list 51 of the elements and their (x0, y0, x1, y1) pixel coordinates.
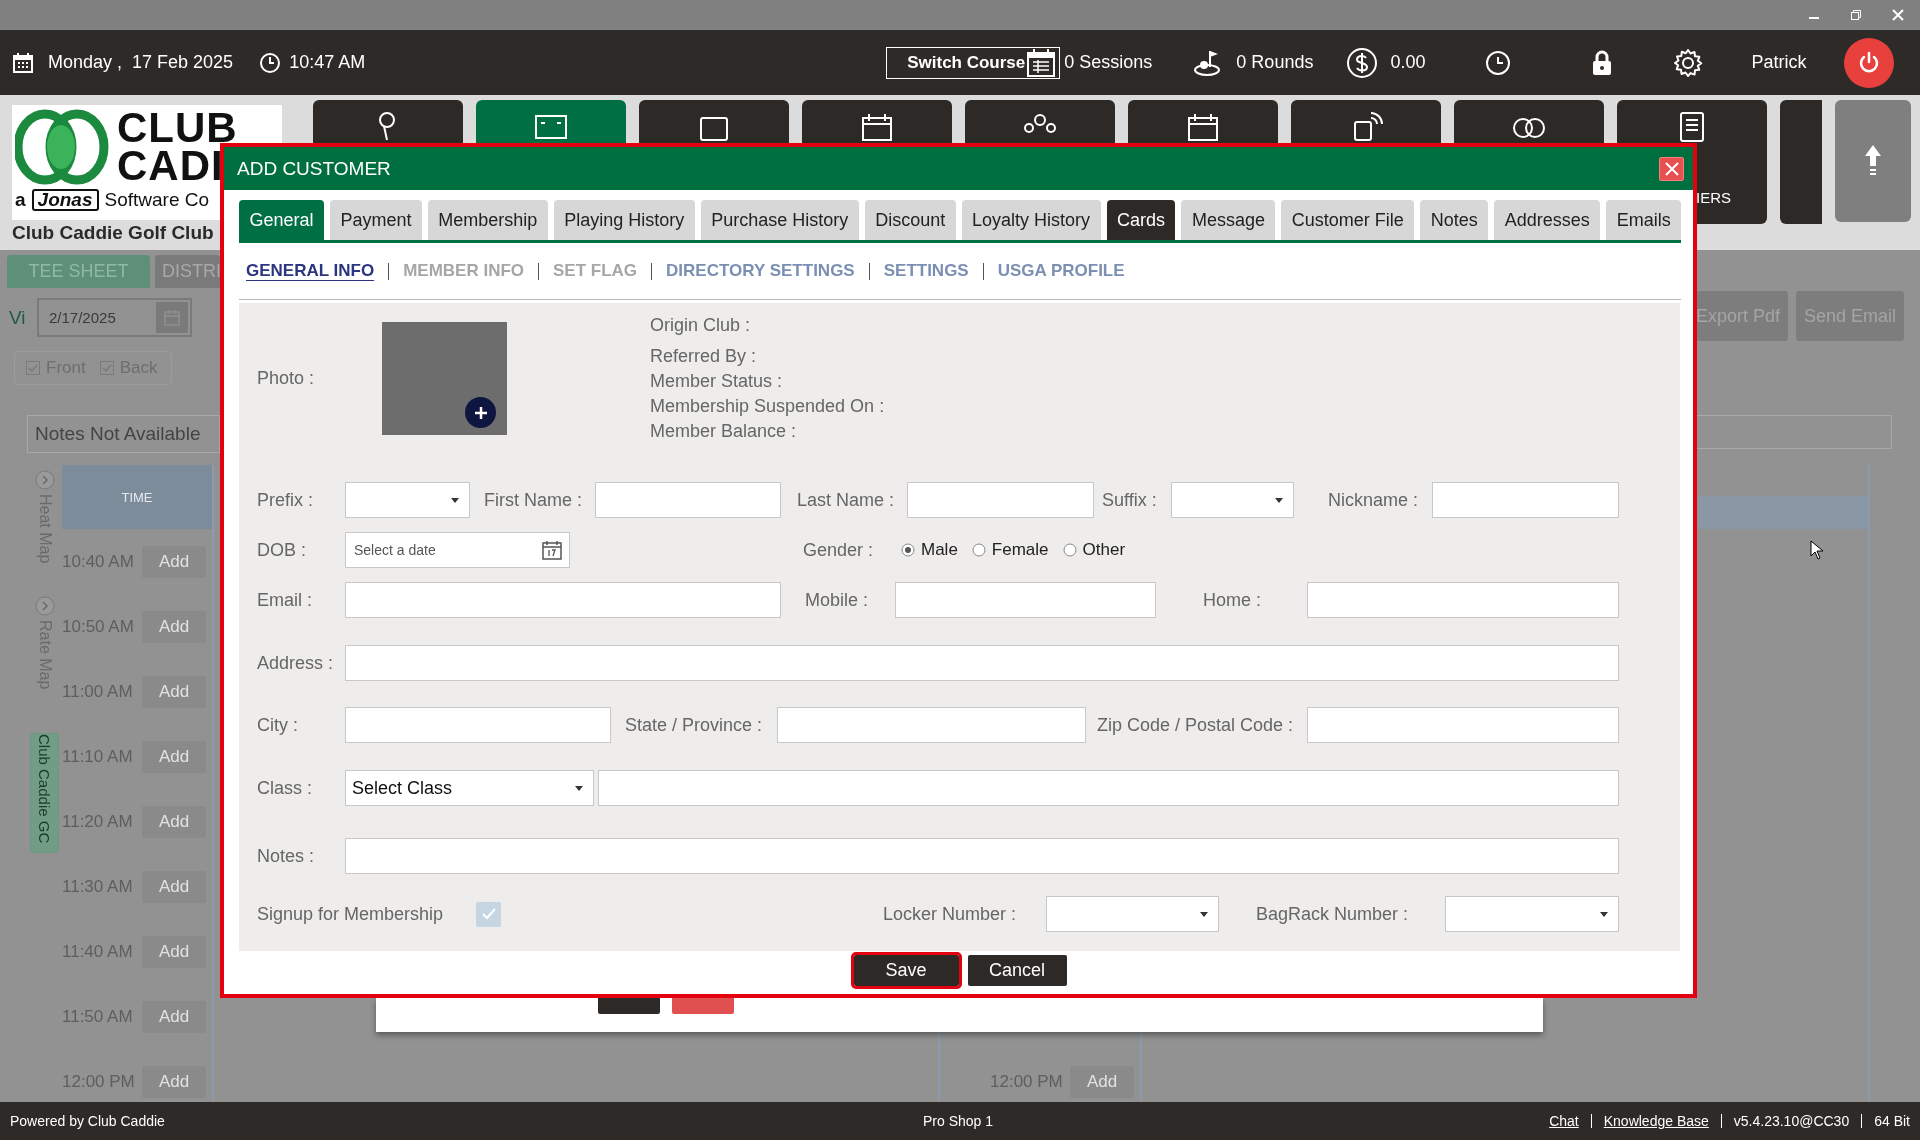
version-text: v5.4.23.10@CC30 (1733, 1113, 1850, 1129)
info-label: Origin Club : (650, 314, 752, 337)
field-label: First Name : (484, 489, 582, 510)
field-label: Photo : (257, 368, 315, 389)
field-label: Class : (257, 777, 312, 798)
date-text: Monday , (48, 52, 123, 73)
field-label: Suffix : (1102, 489, 1157, 510)
balance-amount: 0.00 (1390, 52, 1426, 73)
rounds-count: 0 Rounds (1236, 52, 1314, 73)
dialog-title: ADD CUSTOMER (237, 157, 391, 180)
radio-label: Female (991, 540, 1049, 560)
field-label: Nickname : (1328, 489, 1419, 510)
field-label: Address : (257, 652, 334, 673)
field-label: Zip Code / Postal Code : (1097, 714, 1294, 735)
view-label: Vi (9, 306, 27, 329)
tile-label: IERS (1696, 189, 1731, 206)
info-label: Member Status : (650, 370, 784, 393)
radio-label: Other (1082, 540, 1126, 560)
field-label: Email : (257, 589, 312, 610)
radio-label: Male (921, 540, 958, 560)
field-label: Notes : (257, 845, 315, 866)
date-text: 17 Feb 2025 (132, 52, 234, 73)
sessions-count: 0 Sessions (1064, 52, 1153, 73)
field-label: Mobile : (805, 589, 869, 610)
notes-field: Notes Not Available (27, 415, 220, 453)
field-label: Gender : (803, 539, 874, 560)
logo-text: CLUB (117, 109, 238, 147)
field-label: Locker Number : (883, 903, 1017, 924)
logo-text: a (15, 189, 26, 211)
brand-logo: Jonas (31, 189, 99, 211)
field-label: DOB : (257, 539, 306, 560)
field-label: Last Name : (797, 489, 895, 510)
user-name: Patrick (1751, 52, 1807, 73)
logo-text: Software Co (104, 189, 210, 211)
info-label: Member Balance : (650, 420, 798, 443)
field-label: Home : (1203, 589, 1262, 610)
field-label: Prefix : (257, 489, 313, 510)
time-header: TIME (62, 465, 212, 529)
field-label: State / Province : (625, 714, 763, 735)
field-label: City : (257, 714, 298, 735)
info-label: Referred By : (650, 345, 758, 368)
footer-text: Powered by Club Caddie (10, 1113, 165, 1129)
field-label: BagRack Number : (1256, 903, 1409, 924)
time-text: 10:47 AM (289, 52, 366, 73)
course-label: Club Caddie GC (30, 732, 59, 853)
location-text: Pro Shop 1 (923, 1113, 994, 1129)
club-name: Club Caddie Golf Club (12, 222, 215, 244)
field-label: Signup for Membership (257, 903, 444, 924)
logo-text: CADI (117, 147, 225, 185)
info-label: Membership Suspended On : (650, 395, 885, 418)
architecture-text: 64 Bit (1874, 1113, 1910, 1129)
